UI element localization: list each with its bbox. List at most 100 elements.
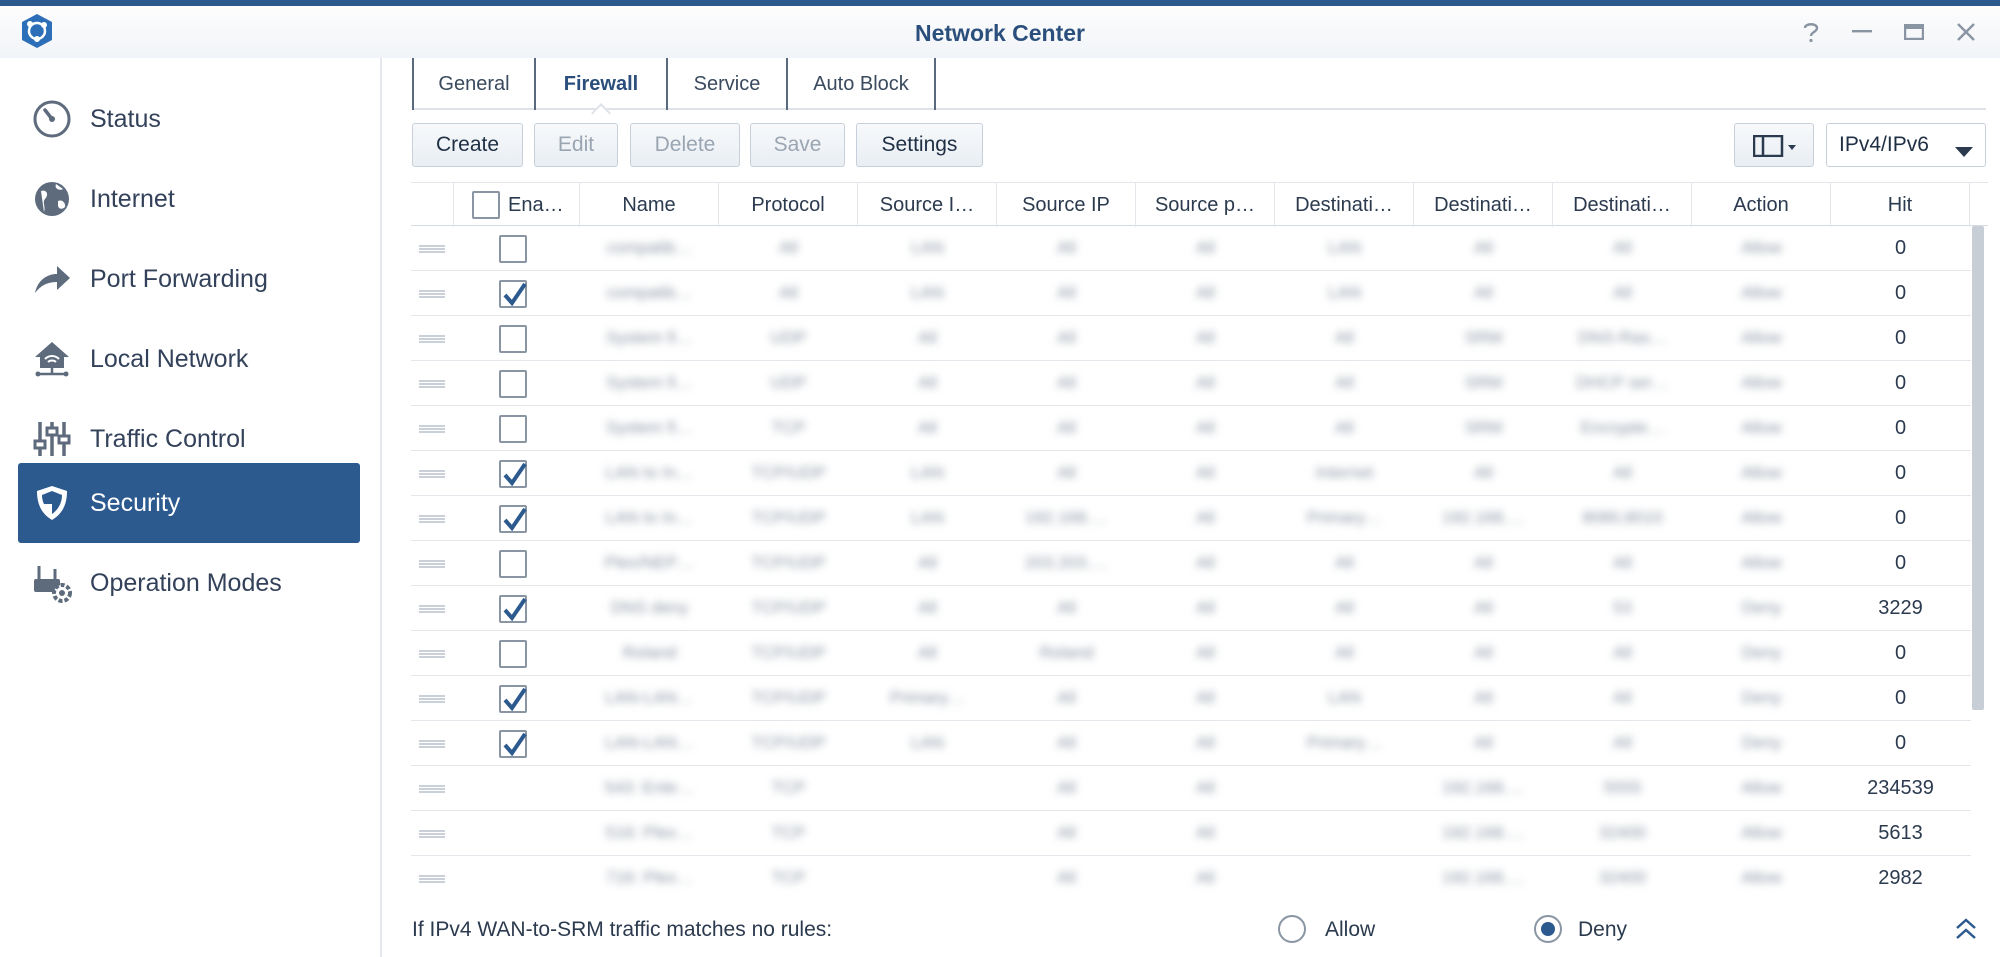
column-header-source-ip[interactable]: Source IP xyxy=(997,183,1136,227)
rule-enabled-checkbox[interactable] xyxy=(499,550,527,578)
sidebar-item-security[interactable]: Security xyxy=(18,463,360,543)
cell-hit: 0 xyxy=(1894,641,1907,664)
cell-dest-port: Encrypte… xyxy=(1580,418,1665,437)
deny-radio-label[interactable]: Deny xyxy=(1578,918,1627,942)
rule-enabled-checkbox[interactable] xyxy=(499,325,527,353)
table-row[interactable]: DNS deny TCP/UDP All All All All All 53 Deny 3229 xyxy=(411,586,1971,631)
sidebar-item-internet[interactable]: Internet xyxy=(18,159,360,239)
rule-enabled-checkbox[interactable] xyxy=(499,370,527,398)
sidebar-item-local-network[interactable]: Local Network xyxy=(18,319,360,399)
drag-handle-icon[interactable] xyxy=(419,830,445,838)
rule-enabled-checkbox[interactable] xyxy=(499,685,527,713)
cell-source-port: All xyxy=(1196,823,1215,842)
table-row[interactable]: compatib… All LAN All All LAN All All Allow 0 xyxy=(411,226,1971,271)
rule-enabled-checkbox[interactable] xyxy=(499,595,527,623)
column-header-protocol[interactable]: Protocol xyxy=(719,183,858,227)
table-row[interactable]: Plex/NEP… TCP/UDP All 203.203.… All All All All… xyxy=(411,541,1971,586)
cell-source-port: All xyxy=(1196,778,1215,797)
drag-handle-icon[interactable] xyxy=(419,515,445,523)
rule-enabled-checkbox[interactable] xyxy=(499,280,527,308)
rule-enabled-checkbox[interactable] xyxy=(499,730,527,758)
collapse-up-icon[interactable] xyxy=(1955,916,1977,948)
deny-radio[interactable] xyxy=(1534,915,1562,943)
rule-enabled-checkbox[interactable] xyxy=(499,505,527,533)
cell-source-port: All xyxy=(1196,508,1215,527)
rule-enabled-checkbox[interactable] xyxy=(499,235,527,263)
drag-handle-icon[interactable] xyxy=(419,380,445,388)
drag-handle-icon[interactable] xyxy=(419,470,445,478)
table-row[interactable]: System fi… TCP All All All All SRM Encrypte… All… xyxy=(411,406,1971,451)
table-row[interactable]: LAN to In… TCP/UDP LAN All All Internet All All… xyxy=(411,451,1971,496)
column-header-enabled[interactable]: Ena… xyxy=(454,183,580,227)
column-header-destination-interface[interactable]: Destinati… xyxy=(1275,183,1414,227)
cell-protocol: TCP/UDP xyxy=(751,553,826,572)
rule-enabled-checkbox[interactable] xyxy=(499,415,527,443)
close-icon[interactable] xyxy=(1950,16,1982,48)
help-icon[interactable] xyxy=(1795,16,1827,48)
drag-handle-icon[interactable] xyxy=(419,290,445,298)
sidebar-item-status[interactable]: Status xyxy=(18,79,360,159)
cell-protocol: TCP/UDP xyxy=(751,598,826,617)
cell-source-if: All xyxy=(918,373,937,392)
edit-button[interactable]: Edit xyxy=(534,123,618,167)
drag-handle-icon[interactable] xyxy=(419,425,445,433)
table-row[interactable]: LAN-LAN… TCP/UDP Primary… All All LAN All All De… xyxy=(411,676,1971,721)
delete-button[interactable]: Delete xyxy=(630,123,740,167)
tab-auto-block[interactable]: Auto Block xyxy=(786,58,936,110)
sidebar-item-port-forwarding[interactable]: Port Forwarding xyxy=(18,239,360,319)
cell-dest-port: 8080,8010 xyxy=(1582,508,1663,527)
column-header-name[interactable]: Name xyxy=(580,183,719,227)
drag-handle-icon[interactable] xyxy=(419,695,445,703)
drag-handle-icon[interactable] xyxy=(419,560,445,568)
tab-service[interactable]: Service xyxy=(666,58,786,110)
rule-enabled-checkbox[interactable] xyxy=(499,640,527,668)
table-row[interactable]: System fi… UDP All All All All SRM DNS-Ras… Allo… xyxy=(411,316,1971,361)
allow-radio[interactable] xyxy=(1278,915,1306,943)
drag-handle-icon[interactable] xyxy=(419,650,445,658)
drag-handle-icon[interactable] xyxy=(419,335,445,343)
tab-bar: General Firewall Service Auto Block xyxy=(412,58,1986,123)
drag-handle-icon[interactable] xyxy=(419,875,445,883)
select-all-checkbox[interactable] xyxy=(472,191,500,219)
column-header-action[interactable]: Action xyxy=(1692,183,1831,227)
column-header-hit[interactable]: Hit xyxy=(1831,183,1970,227)
table-row[interactable]: 543: Ente… TCP All All 192.168.… 5555 Allow 234… xyxy=(411,766,1971,811)
cell-dest-if: All xyxy=(1335,643,1354,662)
sidebar-item-label: Status xyxy=(90,104,161,133)
cell-name: LAN to In… xyxy=(605,508,694,527)
save-button[interactable]: Save xyxy=(750,123,845,167)
cell-action: Allow xyxy=(1741,508,1782,527)
table-row[interactable]: System fi… UDP All All All All SRM DHCP ser… All… xyxy=(411,361,1971,406)
cell-hit: 0 xyxy=(1894,506,1907,529)
table-row[interactable]: Roland TCP/UDP All Roland All All All All Deny 0 xyxy=(411,631,1971,676)
ip-version-value: IPv4/IPv6 xyxy=(1839,133,1929,156)
ip-version-select[interactable]: IPv4/IPv6 xyxy=(1826,123,1986,167)
column-header-source-interface[interactable]: Source I… xyxy=(858,183,997,227)
minimize-icon[interactable] xyxy=(1846,16,1878,48)
table-scrollbar[interactable] xyxy=(1972,226,1984,710)
tab-firewall[interactable]: Firewall xyxy=(534,58,666,123)
table-row[interactable]: LAN to In… TCP/UDP LAN 192.168.… All Primary…… xyxy=(411,496,1971,541)
column-header-destination-port[interactable]: Destinati… xyxy=(1553,183,1692,227)
sidebar-item-operation-modes[interactable]: Operation Modes xyxy=(18,543,360,623)
drag-handle-icon[interactable] xyxy=(419,785,445,793)
cell-dest-ip: All xyxy=(1474,643,1493,662)
allow-radio-label[interactable]: Allow xyxy=(1325,918,1375,942)
drag-handle-icon[interactable] xyxy=(419,245,445,253)
column-view-button[interactable] xyxy=(1734,123,1814,167)
table-row[interactable]: LAN-LAN… TCP/UDP LAN All All Primary… All All De… xyxy=(411,721,1971,766)
cell-protocol: TCP/UDP xyxy=(751,508,826,527)
table-row[interactable]: compatib… All LAN All All LAN All All Allow 0 xyxy=(411,271,1971,316)
column-header-source-port[interactable]: Source p… xyxy=(1136,183,1275,227)
settings-button[interactable]: Settings xyxy=(856,123,983,167)
tab-general[interactable]: General xyxy=(412,58,534,110)
drag-handle-icon[interactable] xyxy=(419,740,445,748)
table-row[interactable]: 716: Plex… TCP All All 192.168.… 32400 Allow 29… xyxy=(411,856,1971,900)
maximize-icon[interactable] xyxy=(1898,16,1930,48)
cell-source-port: All xyxy=(1196,643,1215,662)
rule-enabled-checkbox[interactable] xyxy=(499,460,527,488)
table-row[interactable]: 516: Plex… TCP All All 192.168.… 32400 Allow 56… xyxy=(411,811,1971,856)
create-button[interactable]: Create xyxy=(412,123,523,167)
column-header-destination-ip[interactable]: Destinati… xyxy=(1414,183,1553,227)
drag-handle-icon[interactable] xyxy=(419,605,445,613)
